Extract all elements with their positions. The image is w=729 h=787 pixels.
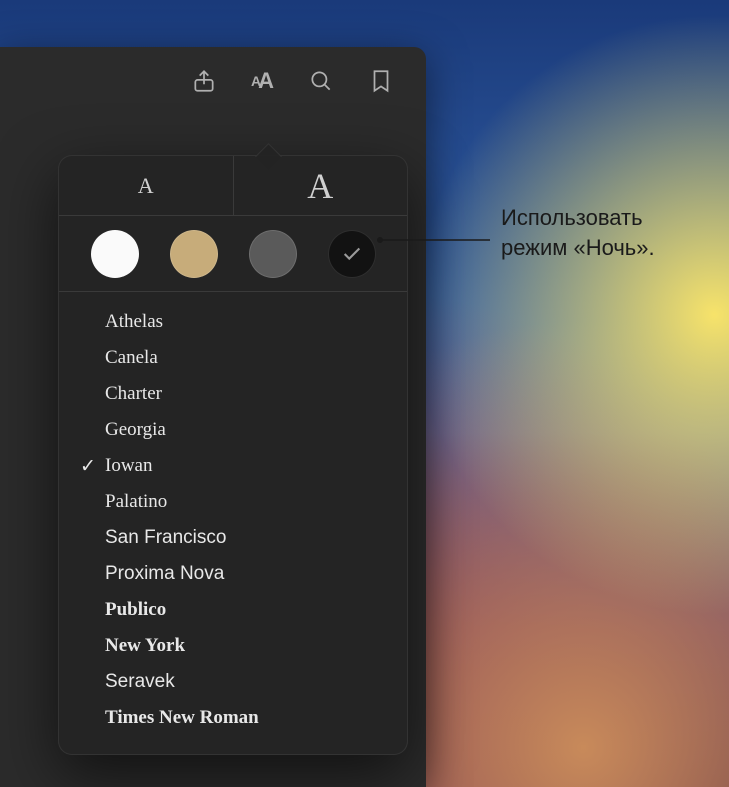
theme-white[interactable]: [91, 230, 139, 278]
decrease-font-glyph: A: [138, 173, 154, 199]
font-label: Iowan: [105, 455, 152, 477]
font-item[interactable]: Canela: [59, 340, 407, 376]
font-item[interactable]: Charter: [59, 376, 407, 412]
theme-gray[interactable]: [249, 230, 297, 278]
theme-row: [59, 216, 407, 292]
font-item[interactable]: New York: [59, 628, 407, 664]
font-label: New York: [105, 635, 185, 657]
font-item[interactable]: Athelas: [59, 304, 407, 340]
font-label: Palatino: [105, 491, 167, 513]
bookmark-icon[interactable]: [368, 68, 394, 94]
font-label: Seravek: [105, 671, 175, 693]
font-item[interactable]: ✓ Iowan: [59, 448, 407, 484]
font-label: Canela: [105, 347, 158, 369]
font-item[interactable]: San Francisco: [59, 520, 407, 556]
callout-text: Использовать режим «Ночь».: [501, 203, 655, 262]
font-label: Athelas: [105, 311, 163, 333]
font-size-row: A A: [59, 156, 407, 216]
font-label: San Francisco: [105, 527, 226, 549]
font-label: Times New Roman: [105, 707, 259, 729]
font-item[interactable]: Palatino: [59, 484, 407, 520]
font-item[interactable]: Georgia: [59, 412, 407, 448]
callout-line1: Использовать: [501, 205, 643, 230]
increase-font-glyph: A: [307, 165, 333, 207]
font-item[interactable]: Publico: [59, 592, 407, 628]
font-label: Proxima Nova: [105, 563, 224, 585]
font-item[interactable]: Seravek: [59, 664, 407, 700]
font-item[interactable]: Proxima Nova: [59, 556, 407, 592]
search-icon[interactable]: [308, 68, 334, 94]
font-list: Athelas Canela Charter Georgia ✓ Iowan Palatin…: [59, 292, 407, 754]
font-label: Charter: [105, 383, 162, 405]
theme-sepia[interactable]: [170, 230, 218, 278]
theme-night[interactable]: [328, 230, 376, 278]
increase-font-button[interactable]: A: [233, 156, 408, 215]
font-label: Publico: [105, 599, 166, 621]
checkmark-icon: [341, 243, 363, 265]
appearance-icon[interactable]: AA: [251, 68, 274, 94]
books-window: AA A A AthelasCanelaCharter: [0, 47, 426, 787]
decrease-font-button[interactable]: A: [59, 156, 233, 215]
toolbar: AA: [191, 47, 426, 115]
callout-line2: режим «Ночь».: [501, 235, 655, 260]
callout-leader: [380, 228, 490, 230]
appearance-popover: A A Athelas Canela Charter Georgia ✓ Iowan Pal…: [58, 155, 408, 755]
share-icon[interactable]: [191, 68, 217, 94]
font-selected-check: ✓: [79, 455, 97, 478]
font-label: Georgia: [105, 419, 166, 441]
font-item[interactable]: Times New Roman: [59, 700, 407, 736]
